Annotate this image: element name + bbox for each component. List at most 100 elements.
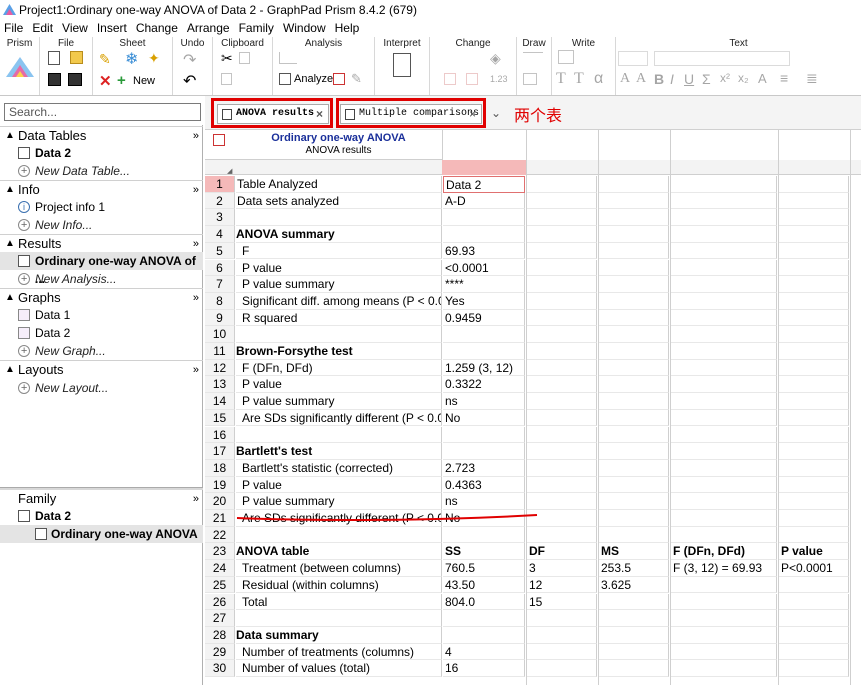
greek-alpha-icon[interactable]: α — [594, 70, 603, 88]
open-file-icon[interactable] — [70, 51, 83, 64]
row-number[interactable]: 20 — [205, 493, 235, 510]
cell-value[interactable] — [779, 593, 849, 611]
row-number[interactable]: 22 — [205, 526, 235, 544]
sidebar-item-graph-data-1[interactable]: Data 1 — [0, 306, 203, 324]
cell-value[interactable] — [599, 326, 669, 343]
row-number[interactable]: 28 — [205, 626, 235, 644]
cell-value[interactable] — [527, 209, 597, 227]
superscript-icon[interactable]: x² — [720, 71, 730, 85]
italic-icon[interactable]: I — [670, 71, 674, 87]
cell-value[interactable] — [779, 643, 849, 661]
cell-value[interactable] — [527, 626, 597, 644]
align-icon[interactable]: ≡ — [780, 70, 788, 86]
cell-value[interactable] — [527, 393, 597, 410]
cell-value[interactable]: 3 — [527, 560, 597, 577]
cell-value[interactable] — [671, 343, 777, 360]
cell-value[interactable] — [527, 359, 597, 377]
cell-value[interactable]: No — [443, 409, 525, 427]
cell-value[interactable] — [779, 576, 849, 594]
row-number[interactable]: 10 — [205, 326, 235, 343]
cell-value[interactable] — [527, 326, 597, 343]
new-data-table-link[interactable]: + New Data Table... — [0, 162, 203, 180]
cell-value[interactable] — [443, 610, 525, 627]
panel-splitter[interactable] — [0, 487, 203, 490]
selected-column-header[interactable] — [442, 160, 526, 175]
redo-icon[interactable]: ↷ — [183, 50, 196, 70]
cell-value[interactable]: **** — [443, 276, 525, 293]
menu-help[interactable]: Help — [331, 20, 365, 37]
menu-insert[interactable]: Insert — [93, 20, 132, 37]
analyze-button-label[interactable]: Analyze — [294, 73, 333, 85]
draw-rect-icon[interactable] — [523, 73, 537, 85]
cell-value[interactable]: 3.625 — [599, 576, 669, 594]
cell-value[interactable] — [779, 526, 849, 544]
expand-icon[interactable]: » — [193, 289, 199, 307]
row-number[interactable]: 27 — [205, 610, 235, 627]
cell-value[interactable] — [599, 276, 669, 293]
row-number[interactable]: 29 — [205, 643, 235, 661]
cell-value[interactable] — [527, 292, 597, 310]
row-number[interactable]: 2 — [205, 192, 235, 210]
cell-value[interactable] — [671, 292, 777, 310]
row-number[interactable]: 4 — [205, 226, 235, 243]
cell-value[interactable]: F (DFn, DFd) — [671, 543, 777, 561]
sidebar-item-graph-data-2[interactable]: Data 2 — [0, 324, 203, 342]
new-info-link[interactable]: + New Info... — [0, 216, 203, 234]
row-number[interactable]: 19 — [205, 476, 235, 494]
menu-file[interactable]: File — [0, 20, 28, 37]
cell-value[interactable] — [779, 626, 849, 644]
expand-icon[interactable]: » — [193, 127, 199, 145]
cell-value[interactable] — [671, 276, 777, 293]
expand-icon[interactable]: » — [193, 490, 199, 508]
cell-value[interactable] — [527, 409, 597, 427]
cell-value[interactable] — [779, 409, 849, 427]
change-table-icon[interactable] — [444, 73, 456, 85]
cell-value[interactable] — [527, 493, 597, 510]
cell-value[interactable] — [527, 526, 597, 544]
cell-value[interactable]: MS — [599, 543, 669, 561]
cell-value[interactable] — [599, 226, 669, 243]
font-size-select[interactable] — [618, 51, 648, 66]
cell-value[interactable] — [599, 493, 669, 510]
row-number[interactable]: 7 — [205, 276, 235, 293]
cell-value[interactable] — [599, 259, 669, 277]
section-layouts[interactable]: ▲ Layouts» — [0, 360, 203, 378]
magic-wand-icon[interactable]: ✦ — [148, 50, 160, 67]
new-button-label[interactable]: New — [133, 75, 155, 87]
cell-value[interactable] — [779, 359, 849, 377]
section-data-tables[interactable]: ▲ Data Tables» — [0, 126, 203, 144]
cell-value[interactable]: SS — [443, 543, 525, 561]
cell-value[interactable] — [671, 610, 777, 627]
sidebar-item-anova-result[interactable]: Ordinary one-way ANOVA of ... — [0, 252, 203, 286]
sidebar-item-data-2[interactable]: Data 2 — [0, 144, 203, 162]
section-info[interactable]: ▲ Info» — [0, 180, 203, 198]
cell-value[interactable] — [779, 259, 849, 277]
paint-bucket-icon[interactable]: ◈ — [490, 50, 501, 67]
cell-value[interactable]: ns — [443, 393, 525, 410]
bold-icon[interactable]: B — [654, 71, 664, 87]
cell-value[interactable] — [671, 309, 777, 327]
cell-value[interactable]: Yes — [443, 292, 525, 310]
shrink-font-icon[interactable]: A — [636, 71, 646, 87]
cell-value[interactable] — [671, 259, 777, 277]
cell-value[interactable]: P<0.0001 — [779, 560, 849, 577]
row-number[interactable]: 13 — [205, 376, 235, 394]
save-icon[interactable] — [48, 73, 61, 86]
menu-view[interactable]: View — [58, 20, 93, 37]
sum-icon[interactable]: Σ — [702, 71, 711, 87]
copy-icon[interactable] — [239, 52, 250, 64]
cell-value[interactable] — [443, 209, 525, 227]
cell-value[interactable] — [599, 526, 669, 544]
cell-value[interactable]: 0.3322 — [443, 376, 525, 394]
snowflake-icon[interactable]: ❄ — [125, 49, 138, 69]
new-graph-link[interactable]: + New Graph... — [0, 342, 203, 360]
cell-value[interactable] — [779, 610, 849, 627]
cell-value[interactable]: ns — [443, 493, 525, 510]
cell-value[interactable] — [599, 426, 669, 444]
cell-value[interactable] — [779, 510, 849, 527]
cell-value[interactable] — [527, 610, 597, 627]
paste-icon[interactable] — [221, 73, 232, 85]
change-graph-icon[interactable] — [466, 73, 478, 85]
cell-value[interactable] — [671, 576, 777, 594]
save-as-icon[interactable] — [68, 73, 82, 86]
